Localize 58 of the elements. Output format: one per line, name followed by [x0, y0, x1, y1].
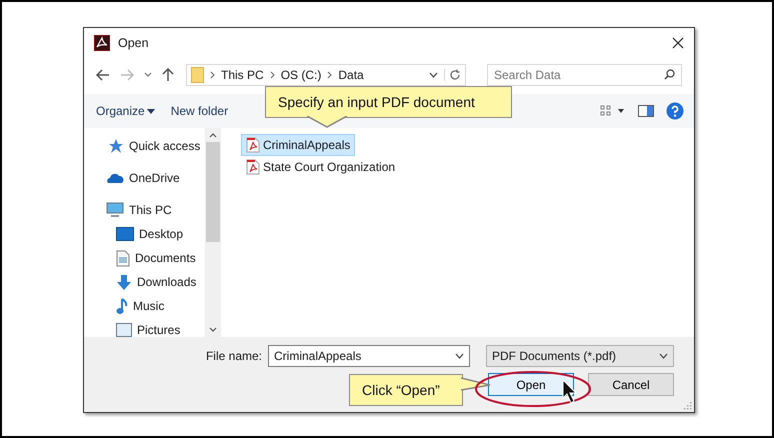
callout-pointer [461, 377, 491, 391]
sidebar-item[interactable]: Documents [84, 246, 205, 270]
chevron-right-icon [327, 71, 332, 79]
chevron-right-icon [210, 71, 215, 79]
sidebar-item[interactable]: Pictures [84, 318, 205, 337]
breadcrumb-item[interactable]: This PC [221, 68, 264, 82]
pdf-file-icon [246, 159, 260, 175]
file-name-field[interactable]: CriminalAppeals [268, 345, 470, 367]
down-arrow-icon [116, 274, 132, 290]
file-item[interactable]: State Court Organization [241, 156, 400, 178]
window-title: Open [118, 36, 149, 50]
file-item[interactable]: CriminalAppeals [241, 134, 356, 156]
search-field[interactable]: Search Data [487, 64, 682, 86]
breadcrumb-item[interactable]: OS (C:) [280, 68, 322, 82]
chevron-down-icon[interactable] [455, 353, 464, 359]
close-icon[interactable] [672, 37, 684, 49]
sidebar-item[interactable]: Music [84, 294, 205, 318]
address-bar[interactable]: This PC OS (C:) Data [186, 64, 466, 86]
scrollbar[interactable] [205, 128, 221, 337]
file-type-dropdown[interactable]: PDF Documents (*.pdf) [486, 345, 674, 367]
resize-grip-icon[interactable] [684, 402, 692, 410]
chevron-down-icon[interactable] [209, 327, 217, 333]
sidebar-item[interactable]: Downloads [84, 270, 205, 294]
chevron-down-icon [659, 353, 668, 359]
folder-icon [191, 67, 204, 83]
chevron-down-icon[interactable] [429, 72, 438, 78]
dialog-button[interactable]: Cancel [588, 373, 674, 396]
sidebar-item[interactable]: Desktop [84, 222, 205, 246]
sidebar-item[interactable]: Quick access [84, 134, 205, 158]
star-icon [108, 138, 124, 154]
document-icon [116, 250, 130, 266]
pdf-app-icon [94, 35, 110, 51]
back-arrow-icon[interactable] [96, 69, 110, 81]
callout-pointer [307, 116, 347, 128]
refresh-icon[interactable] [444, 69, 461, 81]
sidebar-item[interactable]: This PC [84, 198, 205, 222]
callout-tooltip: Click “Open” [349, 374, 463, 406]
chevron-right-icon [270, 71, 275, 79]
mouse-pointer-icon [562, 379, 578, 405]
sidebar-item[interactable]: OneDrive [84, 166, 205, 190]
search-icon [664, 69, 675, 80]
desktop-icon [116, 227, 134, 241]
preview-pane-icon[interactable] [638, 105, 654, 117]
help-icon[interactable] [666, 102, 684, 120]
new-folder-button[interactable]: New folder [166, 102, 232, 120]
file-name-label: File name: [206, 349, 262, 363]
chevron-down-icon[interactable] [144, 72, 152, 78]
breadcrumb-item[interactable]: Data [338, 68, 364, 82]
cloud-icon [106, 172, 124, 184]
picture-icon [116, 323, 132, 337]
music-note-icon [116, 298, 128, 314]
up-arrow-icon[interactable] [162, 68, 174, 82]
pdf-file-icon [246, 137, 260, 153]
organize-menu[interactable]: Organize [92, 102, 149, 120]
view-options-icon[interactable] [600, 105, 626, 117]
caret-down-icon[interactable] [146, 108, 155, 114]
computer-icon [106, 202, 124, 218]
chevron-up-icon[interactable] [209, 132, 217, 138]
